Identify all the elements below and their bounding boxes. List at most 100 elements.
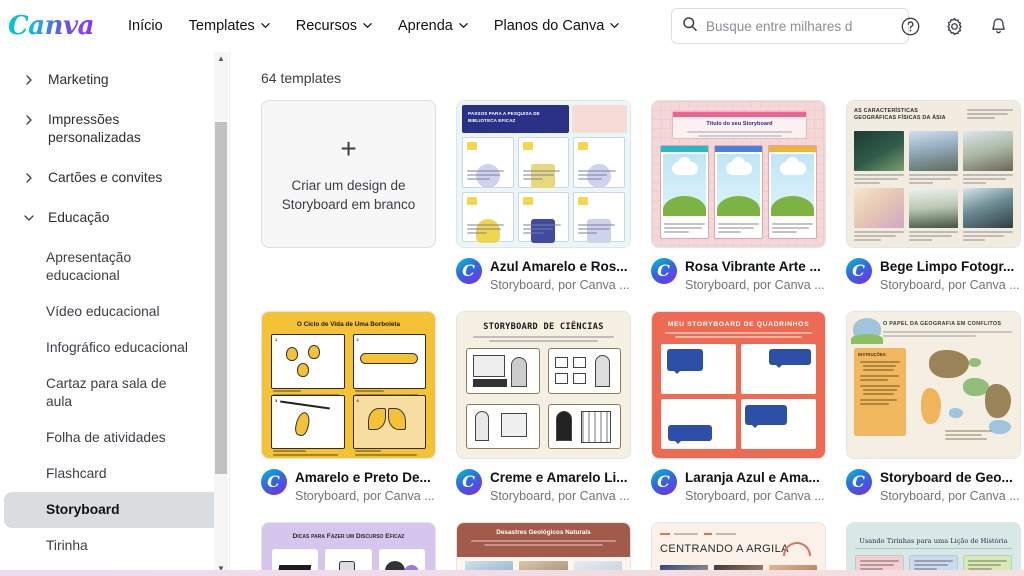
template-subtitle: Storyboard, por Canva ... xyxy=(490,277,631,293)
nav-label: Aprenda xyxy=(398,18,453,34)
sidebar-group-educacao[interactable]: Educação xyxy=(4,200,224,236)
notifications-bell-icon[interactable] xyxy=(982,10,1014,42)
top-header: Canva Início Templates Recursos Aprenda … xyxy=(0,0,1024,52)
sidebar-group-label: Educação xyxy=(48,200,109,236)
nav-item-templates[interactable]: Templates xyxy=(177,11,282,41)
sidebar-scrollbar[interactable]: ▲ ▼ xyxy=(214,52,228,576)
art-card xyxy=(573,192,625,243)
settings-gear-icon[interactable] xyxy=(938,10,970,42)
sidebar-item-label: Tirinha xyxy=(46,528,88,564)
template-thumbnail[interactable]: MEU STORYBOARD DE QUADRINHOS xyxy=(651,311,826,459)
template-subtitle: Storyboard, por Canva ... xyxy=(490,488,631,504)
nav-item-inicio[interactable]: Início xyxy=(116,11,175,41)
template-thumbnail[interactable]: Desastres Geológicos Naturais xyxy=(456,522,631,576)
art-heading: Usando Tirinhas para uma Lição de Histór… xyxy=(855,537,1012,549)
template-thumbnail[interactable]: O PAPEL DA GEOGRAFIA EM CONFLITOS INSTRU… xyxy=(846,311,1021,459)
template-title[interactable]: Creme e Amarelo Li... xyxy=(490,469,631,486)
grid-cell: CENTRANDO A ARGILA xyxy=(651,522,826,576)
sidebar-group-cartoes-e-convites[interactable]: Cartões e convites xyxy=(4,160,224,196)
art-card xyxy=(573,137,625,188)
search-bar[interactable] xyxy=(671,8,909,44)
art-heading: AS CARACTERÍSTICAS GEOGRÁFICAS FÍSICAS D… xyxy=(854,108,954,122)
help-icon[interactable] xyxy=(894,10,926,42)
template-title[interactable]: Laranja Azul e Ama... xyxy=(685,469,826,486)
sidebar-list: Marketing Impressões personalizadas Cart… xyxy=(0,52,230,576)
template-thumbnail[interactable]: O Ciclo de Vida de Uma Borboleta 1 2 3 xyxy=(261,311,436,459)
template-thumbnail[interactable]: PASSOS PARA A PESQUISA DE BIBLIOTECA EFI… xyxy=(456,100,631,248)
template-subtitle: Storyboard, por Canva ... xyxy=(295,488,436,504)
thumbnail-art: MEU STORYBOARD DE QUADRINHOS xyxy=(652,312,825,458)
art-grass xyxy=(851,334,883,344)
sidebar-item-storyboard[interactable]: Storyboard xyxy=(4,492,224,528)
canva-avatar: C xyxy=(261,469,287,495)
grid-cell: + Criar um design de Storyboard em branc… xyxy=(261,100,436,293)
template-meta: C Storyboard de Geo... Storyboard, por C… xyxy=(846,469,1021,504)
templates-grid: + Criar um design de Storyboard em branc… xyxy=(261,100,1021,576)
sidebar-group-impressoes-personalizadas[interactable]: Impressões personalizadas xyxy=(4,102,224,156)
create-blank-design-card[interactable]: + Criar um design de Storyboard em branc… xyxy=(261,100,436,248)
chevron-down-icon xyxy=(12,200,46,236)
template-title[interactable]: Azul Amarelo e Ros... xyxy=(490,258,631,275)
category-sidebar[interactable]: Marketing Impressões personalizadas Cart… xyxy=(0,52,230,576)
nav-item-recursos[interactable]: Recursos xyxy=(284,11,384,41)
canva-avatar: C xyxy=(456,258,482,284)
art-stage: 3 xyxy=(271,395,345,450)
art-banner: PASSOS PARA A PESQUISA DE BIBLIOTECA EFI… xyxy=(462,105,569,133)
thumbnail-art: PASSOS PARA A PESQUISA DE BIBLIOTECA EFI… xyxy=(457,101,630,247)
create-blank-design-label: Criar um design de Storyboard em branco xyxy=(278,176,419,214)
search-input[interactable] xyxy=(706,19,898,34)
art-card-grid xyxy=(462,137,625,242)
sidebar-item-cartaz-para-sala-de-aula[interactable]: Cartaz para sala de aula xyxy=(4,366,224,420)
art-world-map xyxy=(911,344,1014,452)
template-title[interactable]: Storyboard de Geo... xyxy=(880,469,1021,486)
nav-item-planos-do-canva[interactable]: Planos do Canva xyxy=(482,11,631,41)
template-thumbnail[interactable]: Título do seu Storyboard xyxy=(651,100,826,248)
art-panel xyxy=(466,404,540,450)
nav-label: Início xyxy=(128,18,163,34)
template-thumbnail[interactable]: AS CARACTERÍSTICAS GEOGRÁFICAS FÍSICAS D… xyxy=(846,100,1021,248)
art-note xyxy=(572,105,627,133)
chevron-down-icon xyxy=(363,21,372,30)
art-panel-heading: INSTRUÇÕES: xyxy=(858,352,887,357)
sidebar-group-marketing[interactable]: Marketing xyxy=(4,62,224,98)
template-thumbnail[interactable]: CENTRANDO A ARGILA xyxy=(651,522,826,576)
sidebar-group-label: Impressões personalizadas xyxy=(48,102,198,156)
chevron-down-icon xyxy=(261,21,270,30)
nav-item-aprenda[interactable]: Aprenda xyxy=(386,11,480,41)
nav-label: Templates xyxy=(189,18,255,34)
art-card xyxy=(462,137,514,188)
art-heading: MEU STORYBOARD DE QUADRINHOS xyxy=(652,321,825,328)
template-title[interactable]: Rosa Vibrante Arte ... xyxy=(685,258,826,275)
chevron-down-icon xyxy=(459,21,468,30)
sidebar-item-folha-de-atividades[interactable]: Folha de atividades xyxy=(4,420,224,456)
bottom-accent-strip xyxy=(0,570,1024,576)
template-thumbnail[interactable]: Usando Tirinhas para uma Lição de Histór… xyxy=(846,522,1021,576)
template-thumbnail[interactable]: STORYBOARD DE CIÊNCIAS xyxy=(456,311,631,459)
template-title[interactable]: Amarelo e Preto De... xyxy=(295,469,436,486)
sidebar-item-tirinha[interactable]: Tirinha xyxy=(4,528,224,564)
scroll-up-arrow-icon[interactable]: ▲ xyxy=(214,52,228,66)
sidebar-item-label: Apresentação educacional xyxy=(46,240,196,294)
sidebar-item-label: Folha de atividades xyxy=(46,420,166,456)
art-panel-grid xyxy=(661,344,816,449)
grid-cell: O PAPEL DA GEOGRAFIA EM CONFLITOS INSTRU… xyxy=(846,311,1021,504)
template-meta: C Rosa Vibrante Arte ... Storyboard, por… xyxy=(651,258,826,293)
sidebar-item-video-educacional[interactable]: Vídeo educacional xyxy=(4,294,224,330)
template-title[interactable]: Bege Limpo Fotogr... xyxy=(880,258,1021,275)
sidebar-item-apresentacao-educacional[interactable]: Apresentação educacional xyxy=(4,240,224,294)
thumbnail-art: STORYBOARD DE CIÊNCIAS xyxy=(457,312,630,458)
sidebar-item-infografico-educacional[interactable]: Infográfico educacional xyxy=(4,330,224,366)
sidebar-item-label: Cartaz para sala de aula xyxy=(46,366,196,420)
nav-label: Recursos xyxy=(296,18,357,34)
scrollbar-thumb[interactable] xyxy=(215,122,227,474)
search-icon xyxy=(682,16,698,37)
sidebar-item-flashcard[interactable]: Flashcard xyxy=(4,456,224,492)
canva-logo[interactable]: Canva xyxy=(8,11,94,41)
template-meta: C Laranja Azul e Ama... Storyboard, por … xyxy=(651,469,826,504)
template-thumbnail[interactable]: Dicas para Fazer um Discurso Eficaz xyxy=(261,522,436,576)
art-panel xyxy=(741,399,816,449)
thumbnail-art: Desastres Geológicos Naturais xyxy=(457,523,630,576)
chevron-down-icon xyxy=(610,21,619,30)
art-stage: 4 xyxy=(353,395,427,450)
grid-cell: STORYBOARD DE CIÊNCIAS xyxy=(456,311,631,504)
